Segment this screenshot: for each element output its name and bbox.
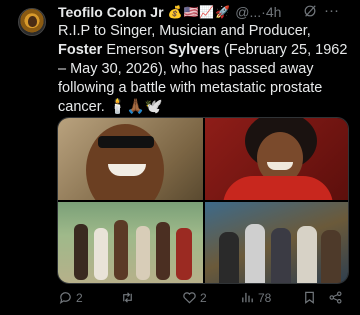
- photo-group-outdoors[interactable]: [58, 202, 203, 283]
- bookmark-icon: [305, 291, 314, 304]
- post-text-middle-name: Emerson: [102, 42, 169, 58]
- avatar[interactable]: [18, 8, 46, 36]
- post-time[interactable]: 4h: [266, 4, 282, 20]
- heart-icon: [183, 292, 196, 304]
- post-text-first-name: Foster: [58, 42, 103, 58]
- photo-group-mural[interactable]: [205, 202, 348, 283]
- action-bar: 2 2 78: [58, 290, 348, 308]
- views-button[interactable]: 78: [240, 290, 271, 305]
- more-options-icon[interactable]: ···: [324, 2, 339, 19]
- reply-icon: [59, 292, 71, 305]
- repost-icon: [123, 292, 132, 303]
- share-button[interactable]: [328, 290, 346, 305]
- photo-portrait-glasses[interactable]: [58, 118, 203, 200]
- like-count: 2: [200, 290, 207, 305]
- post-header: Teofilo Colon Jr 💰🇺🇸📈🚀 @... · 4h: [58, 3, 281, 21]
- grok-icon[interactable]: [303, 4, 317, 18]
- bookmark-button[interactable]: [302, 290, 320, 305]
- photo-red-outfit[interactable]: [205, 118, 348, 200]
- media-grid[interactable]: [57, 117, 349, 284]
- views-count: 78: [258, 290, 272, 305]
- author-emojis: 💰🇺🇸📈🚀: [167, 5, 232, 19]
- reply-count: 2: [76, 290, 83, 305]
- post-text-intro: R.I.P to Singer, Musician and Producer,: [58, 23, 311, 39]
- share-icon: [329, 291, 342, 304]
- author-name[interactable]: Teofilo Colon Jr: [58, 4, 164, 20]
- repost-button[interactable]: [120, 290, 138, 305]
- views-icon: [242, 292, 253, 303]
- reply-button[interactable]: 2: [58, 290, 83, 305]
- like-button[interactable]: 2: [182, 290, 207, 305]
- author-handle[interactable]: @...: [235, 4, 261, 20]
- post-text-last-name: Sylvers: [168, 42, 221, 58]
- post-text: R.I.P to Singer, Musician and Producer, …: [58, 22, 354, 117]
